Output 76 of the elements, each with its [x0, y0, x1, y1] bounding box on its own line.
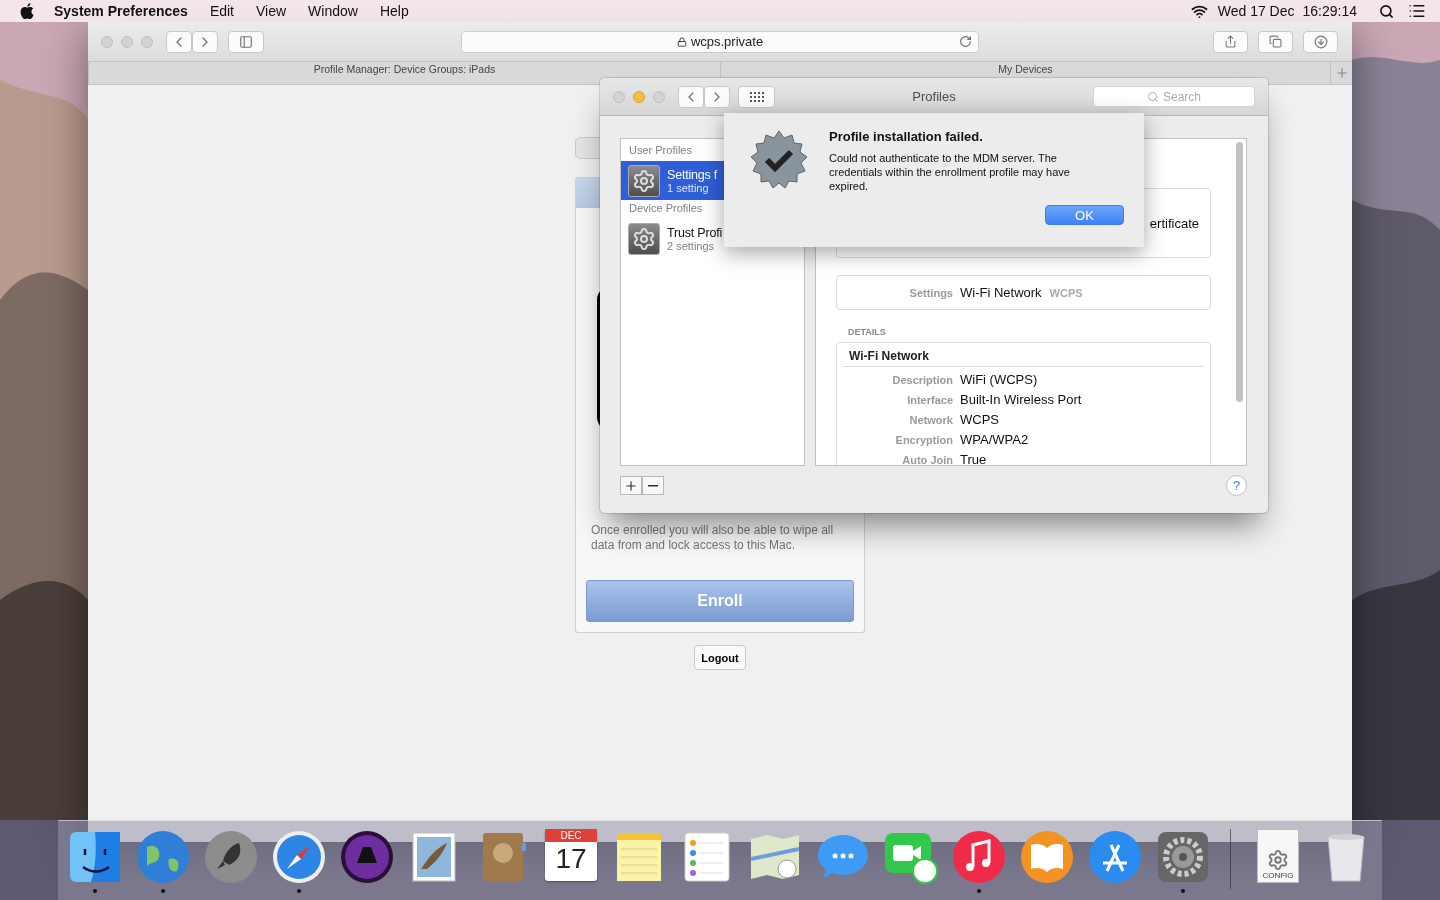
alert-message: Could not authenticate to the MDM server. The credentials within the enrollment profile may have expired. — [829, 151, 1071, 193]
plus-icon — [624, 478, 638, 493]
field-label: Auto Join — [901, 453, 953, 465]
open-book-icon[interactable] — [1019, 829, 1075, 885]
window-title: Profiles — [912, 89, 956, 104]
globe-icon[interactable] — [135, 829, 191, 885]
tabs-button[interactable] — [1258, 30, 1293, 53]
field-value: Wi-Fi Network — [960, 285, 1042, 300]
menubar-time: 16:29:14 — [1302, 3, 1357, 19]
menu-item[interactable]: Edit — [209, 3, 234, 19]
month-label: DEC — [545, 829, 597, 842]
list-icon[interactable] — [1408, 2, 1426, 20]
check-badge-icon — [749, 129, 809, 189]
profile-name: Settings f — [667, 167, 718, 182]
music-note-icon[interactable] — [951, 829, 1007, 885]
gear-icon[interactable] — [1155, 829, 1211, 885]
sidebar-button[interactable] — [228, 30, 264, 53]
grid-icon — [749, 91, 764, 102]
compass-icon[interactable] — [271, 829, 327, 885]
file-label: CONFIG — [1262, 871, 1294, 882]
field-label: Encryption — [894, 433, 953, 448]
field-value: Built-In Wireless Port — [960, 391, 1083, 409]
section-heading: DETAILS — [848, 327, 887, 337]
enroll-note: Once enrolled you will also be able to wipe all data from and lock access to this Mac. — [591, 523, 835, 553]
help-button[interactable]: ? — [1226, 475, 1247, 496]
gear-icon — [628, 222, 660, 255]
browser-tab[interactable]: Profile Manager: Device Groups: iPads — [313, 63, 496, 75]
gear-icon — [628, 164, 660, 197]
details-title: Wi-Fi Network — [843, 343, 1204, 367]
profile-detail: 1 setting — [667, 181, 709, 194]
section-heading: Device Profiles — [628, 202, 704, 216]
certificate-name: ertificate — [1149, 215, 1199, 231]
reload-icon[interactable] — [959, 34, 972, 48]
download-icon — [1313, 34, 1328, 49]
menu-item[interactable]: Window — [308, 3, 358, 19]
apple-logo-icon[interactable] — [20, 3, 34, 19]
plus-icon — [1334, 66, 1349, 80]
profile-name: Trust Profi — [667, 225, 722, 240]
field-label: Settings — [908, 286, 953, 301]
sidebar-icon — [239, 34, 253, 49]
menu-item[interactable]: View — [256, 3, 287, 19]
share-button[interactable] — [1213, 30, 1248, 53]
file-icon[interactable]: CONFIG — [1257, 829, 1299, 883]
search-icon — [1147, 90, 1159, 103]
share-icon — [1224, 35, 1237, 48]
profile-detail: 2 settings — [667, 239, 716, 252]
field-label: Network — [908, 413, 953, 428]
show-all-button[interactable] — [738, 85, 775, 108]
network-tag: WCPS — [1049, 287, 1083, 299]
scrollbar[interactable] — [1236, 142, 1243, 402]
face-icon[interactable] — [67, 829, 123, 885]
gear-icon — [1267, 849, 1289, 871]
alert-title: Profile installation failed. — [829, 129, 984, 144]
app-menu[interactable]: System Preferences — [54, 3, 188, 19]
downloads-button[interactable] — [1303, 30, 1338, 53]
browser-tab[interactable]: My Devices — [998, 63, 1053, 75]
field-label: Description — [891, 373, 953, 388]
remove-button[interactable] — [642, 476, 664, 495]
tabs-icon — [1269, 35, 1282, 48]
address-field[interactable]: wcps.private — [461, 30, 979, 53]
field-label: Interface — [906, 393, 953, 408]
section-heading: User Profiles — [628, 144, 693, 158]
lock-icon — [676, 36, 687, 47]
calendar-icon[interactable]: DEC 17 — [545, 829, 597, 881]
minus-icon — [648, 484, 658, 487]
menu-item[interactable]: Help — [379, 3, 409, 19]
day-label: 17 — [555, 842, 587, 876]
field-value: True — [960, 451, 988, 465]
search-icon[interactable] — [1379, 3, 1394, 19]
a-shape-icon[interactable] — [1087, 829, 1143, 885]
logout-button[interactable]: Logout — [694, 645, 746, 670]
field-value: WPA/WPA2 — [960, 431, 1030, 449]
scanner-icon[interactable] — [339, 829, 395, 885]
menubar-date: Wed 17 Dec — [1217, 3, 1295, 19]
field-value: WiFi (WCPS) — [960, 371, 1039, 389]
field-value: WCPS — [960, 411, 1000, 429]
